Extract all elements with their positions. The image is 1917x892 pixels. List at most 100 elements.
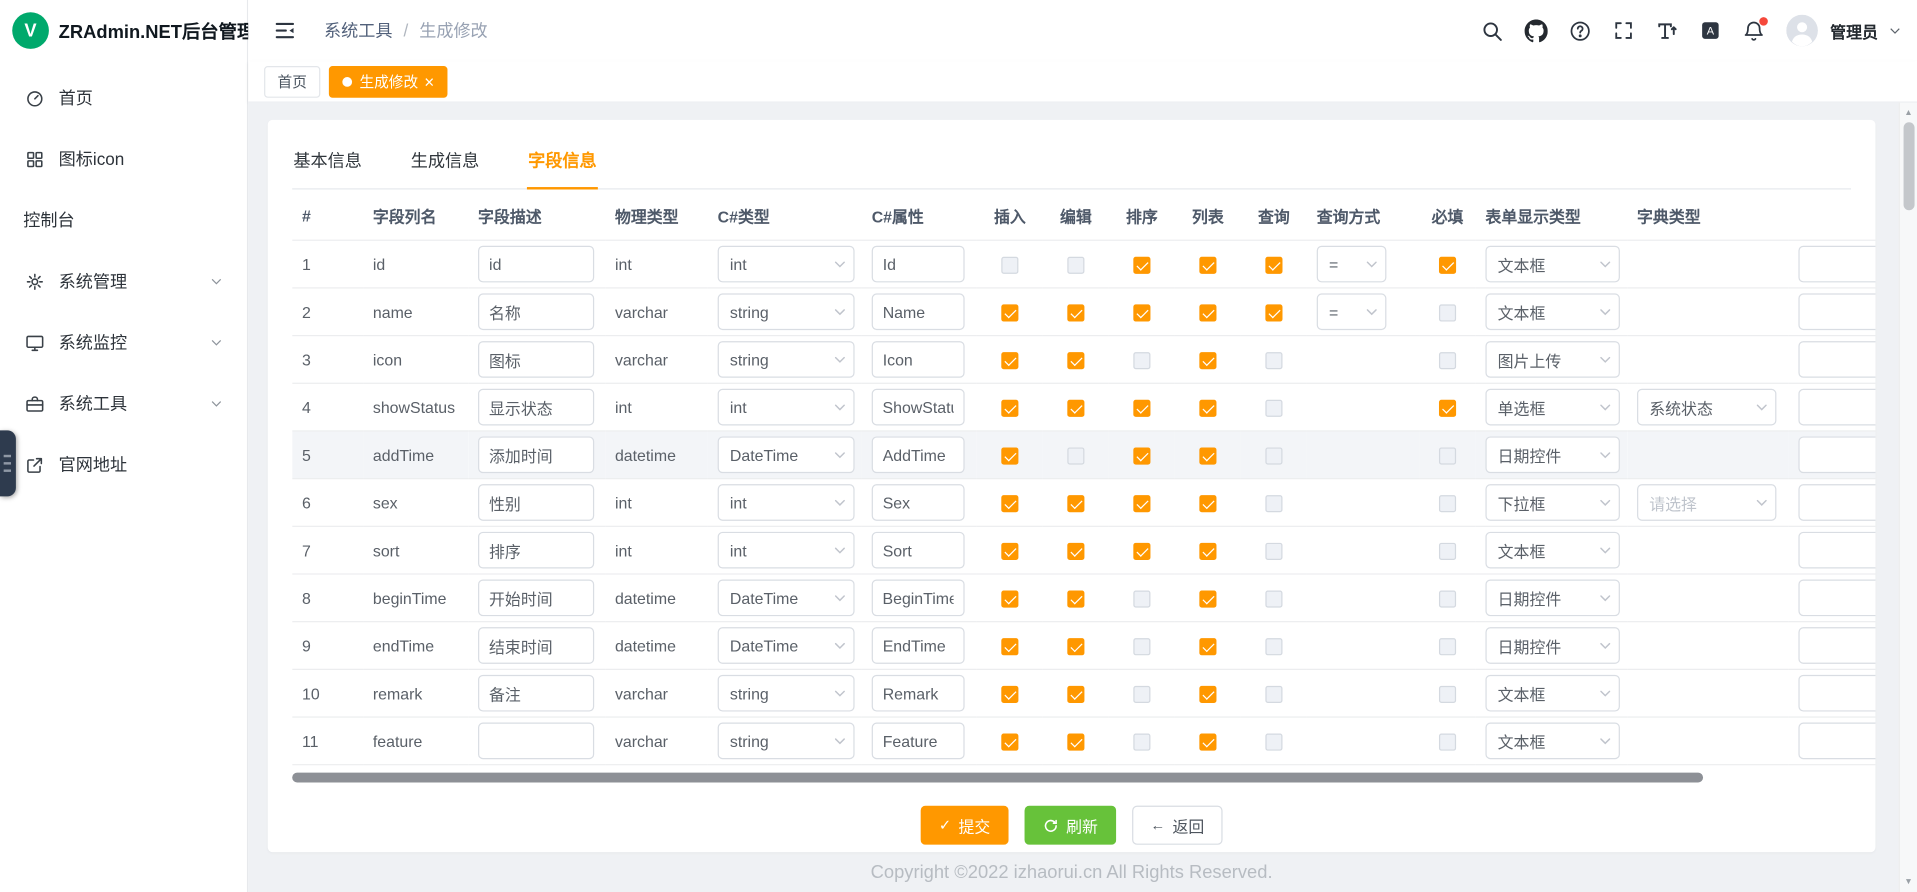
csharp-type-select[interactable]: int	[718, 532, 855, 569]
overflow-column-input[interactable]	[1798, 532, 1875, 569]
csharp-attr-input[interactable]	[872, 627, 965, 664]
logo[interactable]: V ZRAdmin.NET后台管理	[0, 0, 247, 61]
github-icon[interactable]	[1525, 19, 1548, 42]
csharp-type-select[interactable]: DateTime	[718, 580, 855, 617]
sidebar-item-home[interactable]: 首页	[0, 67, 247, 128]
settings-drawer-handle[interactable]	[0, 430, 16, 496]
query-checkbox[interactable]	[1265, 543, 1282, 560]
edit-checkbox[interactable]	[1067, 447, 1084, 464]
list-checkbox[interactable]	[1199, 400, 1216, 417]
display-type-select[interactable]: 下拉框	[1485, 484, 1619, 521]
edit-checkbox[interactable]	[1067, 400, 1084, 417]
display-type-select[interactable]: 日期控件	[1485, 436, 1619, 473]
avatar[interactable]	[1786, 15, 1818, 47]
csharp-attr-input[interactable]	[872, 484, 965, 521]
font-size-icon[interactable]	[1655, 19, 1678, 42]
sidebar-item-system-monitoring[interactable]: 系统监控	[0, 312, 247, 373]
refresh-button[interactable]: 刷新	[1025, 806, 1117, 845]
required-checkbox[interactable]	[1439, 638, 1456, 655]
required-checkbox[interactable]	[1439, 352, 1456, 369]
csharp-attr-input[interactable]	[872, 389, 965, 426]
sidebar-item-website[interactable]: 官网地址	[0, 434, 247, 495]
csharp-attr-input[interactable]	[872, 341, 965, 378]
description-input[interactable]	[478, 436, 594, 473]
display-type-select[interactable]: 文本框	[1485, 723, 1619, 760]
list-checkbox[interactable]	[1199, 447, 1216, 464]
search-icon[interactable]	[1481, 19, 1504, 42]
list-checkbox[interactable]	[1199, 352, 1216, 369]
csharp-type-select[interactable]: string	[718, 675, 855, 712]
bell-icon[interactable]	[1742, 19, 1765, 42]
tab-generate-info[interactable]: 生成信息	[410, 144, 481, 188]
query-checkbox[interactable]	[1265, 304, 1282, 321]
edit-checkbox[interactable]	[1067, 304, 1084, 321]
horizontal-scrollbar[interactable]	[292, 773, 1851, 784]
description-input[interactable]	[478, 580, 594, 617]
overflow-column-input[interactable]	[1798, 723, 1875, 760]
sidebar-item-system-tools[interactable]: 系统工具	[0, 373, 247, 434]
overflow-column-input[interactable]	[1798, 580, 1875, 617]
csharp-type-select[interactable]: string	[718, 293, 855, 330]
dict-type-select[interactable]: 系统状态	[1637, 389, 1776, 426]
edit-checkbox[interactable]	[1067, 733, 1084, 750]
query-type-select[interactable]: =	[1317, 293, 1387, 330]
csharp-type-select[interactable]: string	[718, 341, 855, 378]
display-type-select[interactable]: 文本框	[1485, 675, 1619, 712]
query-checkbox[interactable]	[1265, 352, 1282, 369]
insert-checkbox[interactable]	[1001, 543, 1018, 560]
username[interactable]: 管理员	[1830, 19, 1878, 42]
csharp-attr-input[interactable]	[872, 532, 965, 569]
csharp-type-select[interactable]: DateTime	[718, 627, 855, 664]
sidebar-item-system-management[interactable]: 系统管理	[0, 251, 247, 312]
display-type-select[interactable]: 文本框	[1485, 532, 1619, 569]
overflow-column-input[interactable]	[1798, 341, 1875, 378]
csharp-type-select[interactable]: int	[718, 484, 855, 521]
display-type-select[interactable]: 文本框	[1485, 246, 1619, 283]
required-checkbox[interactable]	[1439, 686, 1456, 703]
sort-checkbox[interactable]	[1133, 733, 1150, 750]
display-type-select[interactable]: 日期控件	[1485, 627, 1619, 664]
insert-checkbox[interactable]	[1001, 495, 1018, 512]
insert-checkbox[interactable]	[1001, 733, 1018, 750]
overflow-column-input[interactable]	[1798, 484, 1875, 521]
back-button[interactable]: ← 返回	[1132, 806, 1222, 845]
scroll-up-arrow[interactable]: ▲	[1904, 105, 1912, 121]
overflow-column-input[interactable]	[1798, 293, 1875, 330]
csharp-type-select[interactable]: string	[718, 723, 855, 760]
required-checkbox[interactable]	[1439, 304, 1456, 321]
query-checkbox[interactable]	[1265, 590, 1282, 607]
vertical-scrollbar-thumb[interactable]	[1903, 122, 1914, 210]
required-checkbox[interactable]	[1439, 256, 1456, 273]
edit-checkbox[interactable]	[1067, 686, 1084, 703]
required-checkbox[interactable]	[1439, 400, 1456, 417]
vertical-scrollbar[interactable]: ▲ ▼	[1899, 103, 1917, 892]
edit-checkbox[interactable]	[1067, 256, 1084, 273]
edit-checkbox[interactable]	[1067, 543, 1084, 560]
tag-close-icon[interactable]: ×	[424, 73, 434, 90]
overflow-column-input[interactable]	[1798, 436, 1875, 473]
required-checkbox[interactable]	[1439, 447, 1456, 464]
required-checkbox[interactable]	[1439, 733, 1456, 750]
scroll-down-arrow[interactable]: ▼	[1904, 874, 1912, 890]
sort-checkbox[interactable]	[1133, 686, 1150, 703]
display-type-select[interactable]: 文本框	[1485, 293, 1619, 330]
display-type-select[interactable]: 图片上传	[1485, 341, 1619, 378]
overflow-column-input[interactable]	[1798, 627, 1875, 664]
sort-checkbox[interactable]	[1133, 400, 1150, 417]
query-checkbox[interactable]	[1265, 400, 1282, 417]
list-checkbox[interactable]	[1199, 495, 1216, 512]
csharp-attr-input[interactable]	[872, 723, 965, 760]
list-checkbox[interactable]	[1199, 304, 1216, 321]
insert-checkbox[interactable]	[1001, 304, 1018, 321]
sort-checkbox[interactable]	[1133, 256, 1150, 273]
csharp-attr-input[interactable]	[872, 293, 965, 330]
csharp-type-select[interactable]: int	[718, 246, 855, 283]
fullscreen-icon[interactable]	[1613, 20, 1635, 42]
horizontal-scrollbar-thumb[interactable]	[292, 773, 1703, 783]
language-icon[interactable]: A	[1699, 20, 1721, 42]
query-checkbox[interactable]	[1265, 686, 1282, 703]
description-input[interactable]	[478, 627, 594, 664]
tag-generate-edit[interactable]: 生成修改×	[329, 65, 448, 97]
list-checkbox[interactable]	[1199, 590, 1216, 607]
display-type-select[interactable]: 日期控件	[1485, 580, 1619, 617]
